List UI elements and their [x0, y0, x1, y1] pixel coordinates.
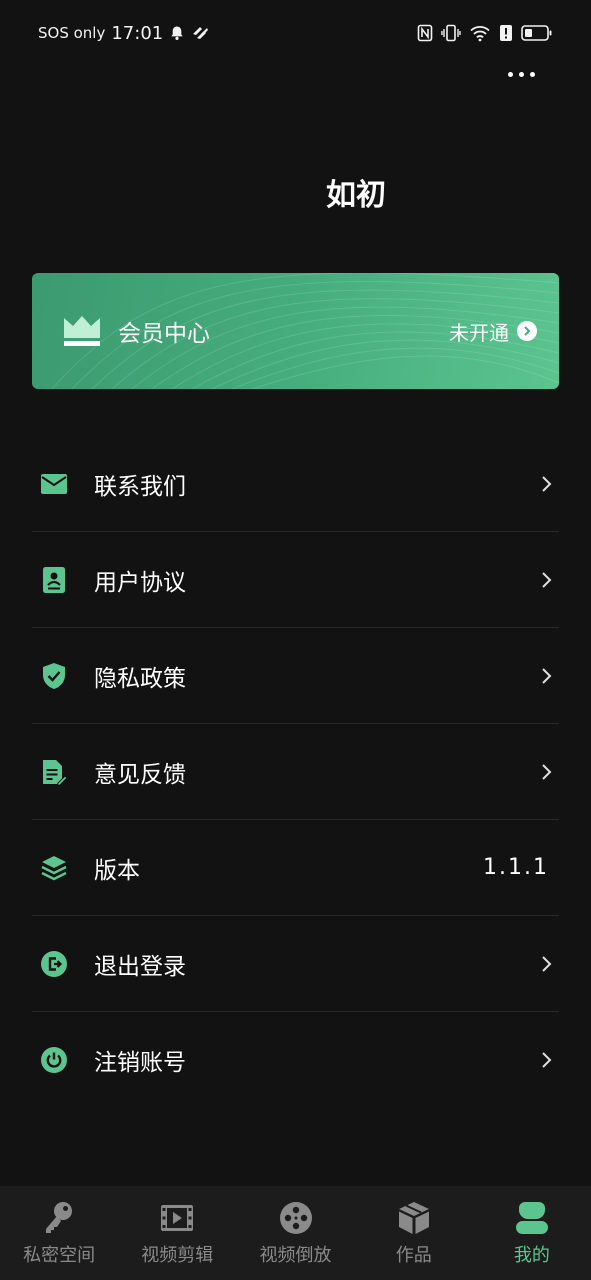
nav-label: 我的 — [513, 1245, 550, 1266]
key-icon — [40, 1199, 78, 1237]
status-bar: SOS only 17:01 — [0, 0, 591, 66]
box-icon — [395, 1199, 433, 1237]
vibrate-icon — [441, 24, 461, 42]
film-icon — [158, 1199, 196, 1237]
power-icon — [40, 1046, 68, 1074]
contract-icon — [40, 566, 68, 594]
menu-item-label: 用户协议 — [94, 569, 186, 596]
chevron-right-icon — [541, 474, 553, 494]
menu-item-privacy-policy[interactable]: 隐私政策 — [32, 628, 559, 724]
menu-item-feedback[interactable]: 意见反馈 — [32, 724, 559, 820]
battery-icon — [521, 24, 553, 42]
vip-left: 会员中心 — [62, 314, 210, 348]
bottom-navigation: 私密空间 视频剪辑 视频倒放 作品 我的 — [0, 1186, 591, 1280]
nav-item-video-edit[interactable]: 视频剪辑 — [118, 1186, 236, 1280]
clock-time: 17:01 — [111, 22, 164, 44]
menu-item-left: 用户协议 — [40, 563, 186, 597]
feedback-icon — [40, 758, 68, 786]
menu-item-left: 隐私政策 — [40, 659, 186, 693]
menu-item-label: 退出登录 — [94, 953, 186, 980]
nav-item-mine[interactable]: 我的 — [473, 1186, 591, 1280]
nfc-icon — [417, 24, 433, 42]
more-horizontal-icon — [507, 71, 513, 77]
more-horizontal-icon — [518, 71, 524, 77]
menu-item-delete-account[interactable]: 注销账号 — [32, 1012, 559, 1108]
profile-page: SOS only 17:01 如初 会员中心 未开通 联系我们 用户协议 隐私政… — [0, 0, 591, 1280]
layers-icon — [40, 854, 68, 882]
menu-item-label: 联系我们 — [94, 473, 186, 500]
chevron-right-icon — [541, 1050, 553, 1070]
nav-item-private-space[interactable]: 私密空间 — [0, 1186, 118, 1280]
chevron-right-icon — [541, 666, 553, 686]
signal-heart-icon — [191, 25, 209, 41]
wifi-icon — [469, 24, 491, 42]
status-left: SOS only 17:01 — [38, 23, 209, 44]
settings-menu: 联系我们 用户协议 隐私政策 意见反馈 版本 1.1.1 退出登录 注销账号 — [32, 436, 559, 1108]
menu-item-logout[interactable]: 退出登录 — [32, 916, 559, 1012]
menu-item-label: 隐私政策 — [94, 665, 186, 692]
menu-item-left: 联系我们 — [40, 467, 186, 501]
vip-status-text: 未开通 — [449, 320, 509, 345]
chevron-right-icon — [541, 570, 553, 590]
more-options-button[interactable] — [501, 62, 541, 86]
menu-item-left: 意见反馈 — [40, 755, 186, 789]
version-value: 1.1.1 — [483, 855, 549, 880]
menu-item-left: 版本 — [40, 851, 140, 885]
menu-item-version: 版本 1.1.1 — [32, 820, 559, 916]
logout-icon — [40, 950, 68, 978]
reel-icon — [277, 1199, 315, 1237]
carrier-text: SOS only — [38, 24, 106, 42]
alert-icon — [499, 24, 513, 42]
menu-item-user-agreement[interactable]: 用户协议 — [32, 532, 559, 628]
menu-item-label: 意见反馈 — [94, 761, 186, 788]
menu-item-contact-us[interactable]: 联系我们 — [32, 436, 559, 532]
vip-center-card[interactable]: 会员中心 未开通 — [32, 273, 559, 389]
nav-label: 视频剪辑 — [141, 1245, 214, 1266]
crown-icon — [62, 314, 102, 348]
more-horizontal-icon — [529, 71, 535, 77]
chevron-right-circle-icon — [517, 321, 537, 341]
nav-label: 私密空间 — [23, 1245, 96, 1266]
nav-item-works[interactable]: 作品 — [355, 1186, 473, 1280]
nav-label: 视频倒放 — [259, 1245, 332, 1266]
vip-status-link[interactable]: 未开通 — [449, 317, 537, 346]
status-right — [417, 24, 553, 42]
shield-check-icon — [40, 662, 68, 690]
menu-item-label: 版本 — [94, 857, 140, 884]
mail-icon — [40, 470, 68, 498]
menu-item-left: 注销账号 — [40, 1043, 186, 1077]
chevron-right-icon — [541, 762, 553, 782]
page-title: 如初 — [326, 178, 386, 213]
menu-item-label: 注销账号 — [94, 1050, 186, 1076]
nav-item-video-reverse[interactable]: 视频倒放 — [236, 1186, 354, 1280]
vip-card-title: 会员中心 — [118, 321, 210, 347]
bell-icon — [169, 25, 185, 41]
menu-item-left: 退出登录 — [40, 947, 186, 981]
chevron-right-icon — [541, 954, 553, 974]
user-icon — [513, 1199, 551, 1237]
nav-label: 作品 — [395, 1245, 432, 1266]
